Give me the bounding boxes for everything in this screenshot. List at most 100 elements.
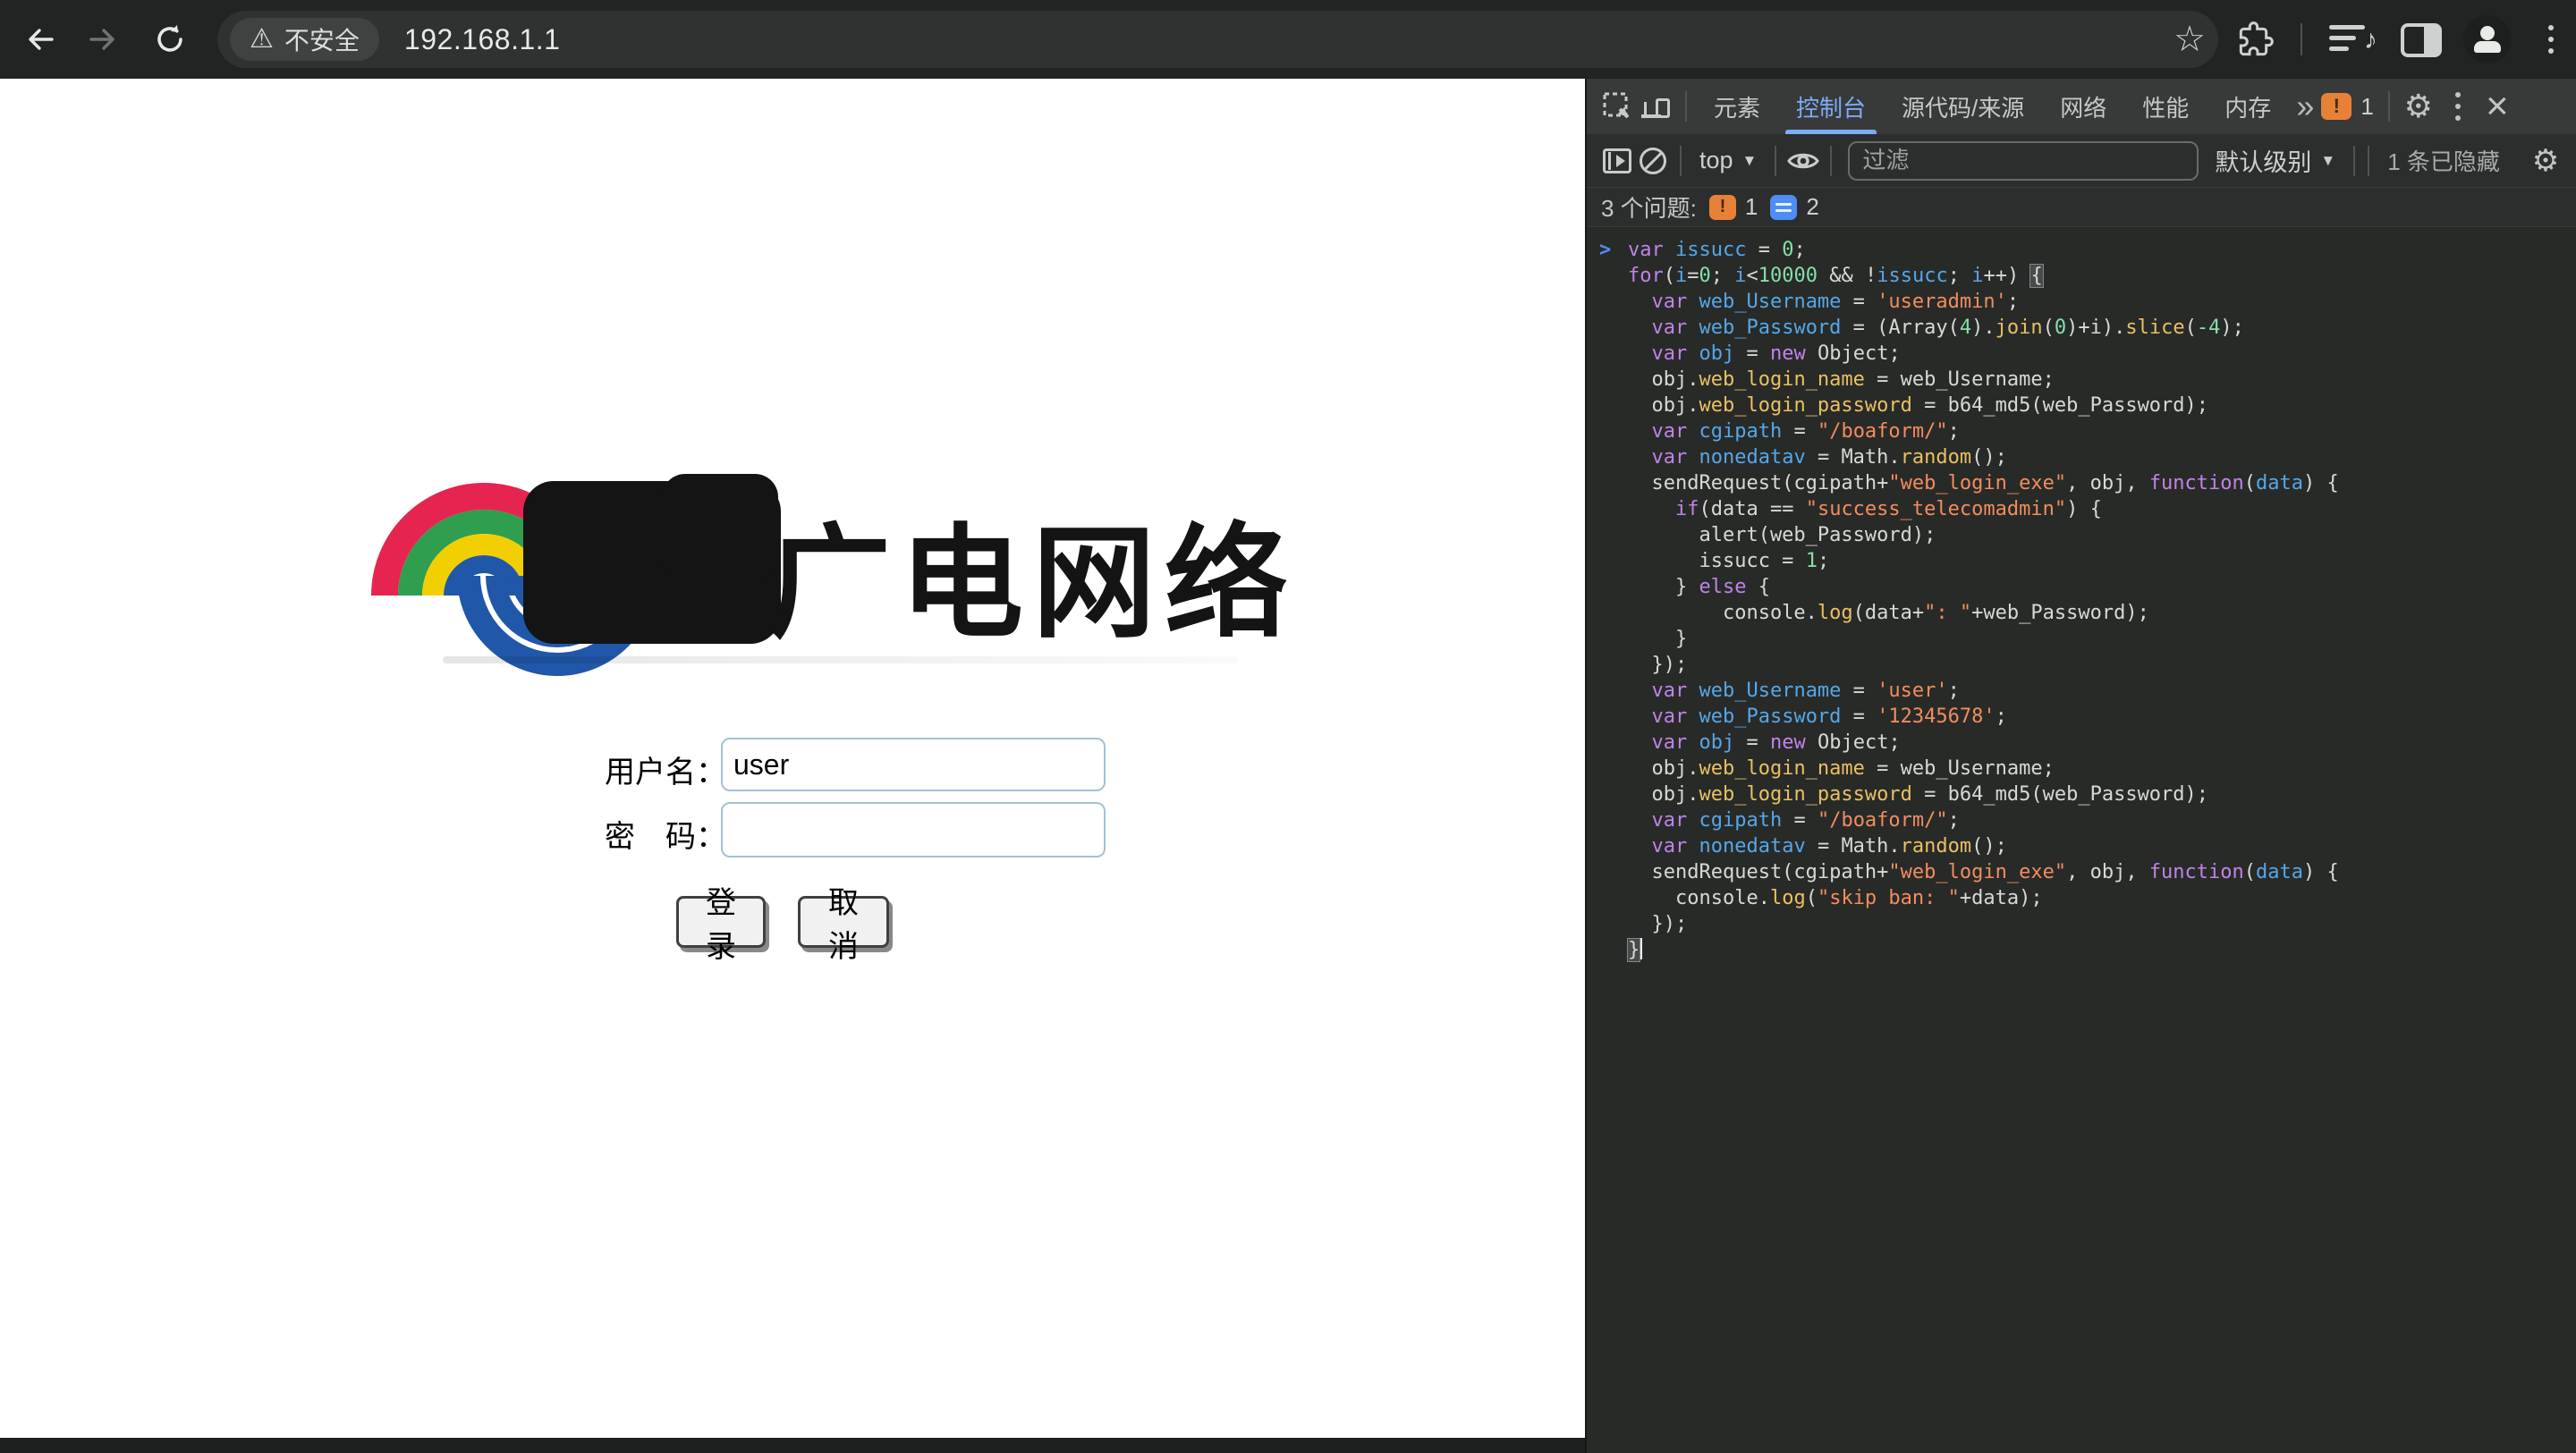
issue-info-count: 2 [1806, 193, 1818, 221]
console-toolbar: top ▼ 默认级别 ▼ 1 条已隐藏 ⚙ [1587, 134, 2576, 188]
back-icon [30, 30, 52, 48]
more-tabs-button[interactable]: » [2289, 90, 2321, 122]
console-code-line: obj.web_login_password = b64_md5(web_Pas… [1587, 781, 2576, 807]
extensions-puzzle-icon [2238, 21, 2274, 57]
toolbar-separator [2353, 146, 2355, 176]
chevron-down-icon: ▼ [2320, 152, 2335, 170]
media-controls-button[interactable]: ♪ [2329, 25, 2376, 55]
device-toolbar-button[interactable] [1637, 87, 1676, 126]
extensions-button[interactable] [2234, 18, 2277, 61]
console-code-line: } else { [1587, 574, 2576, 600]
browser-toolbar: ⚠ 不安全 192.168.1.1 ☆ ♪ [0, 0, 2576, 79]
clear-console-button[interactable] [1635, 143, 1671, 179]
live-expression-button[interactable] [1785, 143, 1821, 179]
inspect-element-button[interactable] [1597, 87, 1637, 126]
console-code-line: var obj = new Object; [1587, 341, 2576, 367]
console-code-line: alert(web_Password); [1587, 522, 2576, 548]
devtools-tab-console[interactable]: 控制台 [1778, 79, 1884, 134]
hidden-messages-count[interactable]: 1 条已隐藏 [2387, 144, 2500, 177]
cancel-button[interactable]: 取消 [798, 896, 889, 948]
login-button[interactable]: 登录 [676, 896, 766, 948]
back-button[interactable] [20, 18, 63, 61]
window-bottom-edge [0, 1438, 1585, 1453]
warning-icon: ⚠ [250, 26, 274, 53]
tabbar-separator [1685, 91, 1687, 122]
sidebar-icon [1603, 148, 1631, 173]
console-code-line: var web_Username = 'useradmin'; [1587, 289, 2576, 315]
username-input[interactable] [721, 738, 1106, 791]
devtools-tab-network[interactable]: 网络 [2042, 79, 2124, 134]
security-chip[interactable]: ⚠ 不安全 [230, 18, 379, 61]
toolbar-separator [1680, 146, 1682, 176]
inspect-cursor-icon [1601, 90, 1633, 122]
device-toolbar-icon [1641, 93, 1672, 120]
reload-button[interactable] [148, 18, 191, 61]
console-code-line: }); [1587, 652, 2576, 678]
redaction-block [662, 474, 778, 581]
log-level-selector[interactable]: 默认级别 ▼ [2206, 143, 2344, 178]
chevron-down-icon: ▼ [1742, 152, 1758, 170]
devtools-tab-elements[interactable]: 元素 [1696, 79, 1778, 134]
console-code-line: var obj = new Object; [1587, 730, 2576, 756]
toolbar-separator [1830, 146, 1832, 176]
issues-bar[interactable]: 3 个问题: ! 1 2 [1587, 188, 2576, 227]
console-code-line: sendRequest(cgipath+"web_login_exe", obj… [1587, 470, 2576, 496]
console-code-line: var nonedatav = Math.random(); [1587, 833, 2576, 859]
console-code-line: var cgipath = "/boaform/"; [1587, 418, 2576, 444]
password-input[interactable] [721, 802, 1106, 857]
issue-info-badge [1770, 195, 1797, 220]
brand-title: 广电网络 [767, 483, 1297, 662]
reload-icon [152, 21, 188, 57]
forward-button[interactable] [80, 18, 123, 61]
console-code-line: var web_Username = 'user'; [1587, 678, 2576, 704]
console-code-line: obj.web_login_name = web_Username; [1587, 756, 2576, 781]
console-code-line: var web_Password = (Array(4).join(0)+i).… [1587, 315, 2576, 341]
clear-icon [1640, 148, 1666, 174]
forward-icon [91, 30, 113, 48]
console-output[interactable]: >var issucc = 0;for(i=0; i<10000 && !iss… [1587, 228, 2576, 1453]
devtools-settings-button[interactable]: ⚙ [2399, 87, 2438, 126]
address-bar[interactable]: ⚠ 不安全 192.168.1.1 ☆ [217, 11, 2218, 68]
close-icon: × [2486, 87, 2509, 126]
console-code-line: console.log(data+": "+web_Password); [1587, 600, 2576, 626]
devtools-tab-bar: 元素控制台源代码/来源网络性能内存 » ! 1 ⚙ × [1587, 79, 2576, 134]
issues-warning-count: 1 [2360, 93, 2373, 121]
issue-warning-count: 1 [1745, 193, 1758, 221]
password-label: 密 码： [605, 812, 726, 856]
url-text[interactable]: 192.168.1.1 [404, 23, 561, 56]
bookmark-star-icon[interactable]: ☆ [2174, 21, 2206, 57]
issues-warning-badge[interactable]: ! [2321, 93, 2351, 120]
issues-label: 3 个问题: [1601, 190, 1697, 224]
toolbar-separator [1775, 146, 1776, 176]
console-code-line: >var issucc = 0; [1587, 237, 2576, 263]
music-note-icon: ♪ [2364, 27, 2377, 54]
devtools-tab-sources[interactable]: 源代码/来源 [1884, 79, 2042, 134]
devtools-menu-button[interactable] [2438, 87, 2478, 126]
tabbar-separator [2388, 91, 2390, 122]
three-dots-icon [2455, 92, 2461, 121]
devtools-tabs: 元素控制台源代码/来源网络性能内存 [1696, 79, 2289, 134]
console-settings-button[interactable]: ⚙ [2528, 143, 2563, 179]
logo-shadow-line [443, 656, 1239, 663]
console-code-line: var web_Password = '12345678'; [1587, 704, 2576, 730]
devtools-tab-memory[interactable]: 内存 [2207, 79, 2289, 134]
toolbar-separator [2368, 146, 2369, 176]
browser-menu-button[interactable] [2529, 18, 2572, 61]
side-panel-button[interactable] [2401, 23, 2442, 57]
eye-icon [1786, 149, 1820, 173]
devtools-close-button[interactable]: × [2478, 87, 2517, 126]
console-code-line: if(data == "success_telecomadmin") { [1587, 496, 2576, 522]
execution-context-selector[interactable]: top ▼ [1690, 147, 1766, 174]
gear-icon: ⚙ [2532, 146, 2559, 176]
console-code-line: var cgipath = "/boaform/"; [1587, 807, 2576, 833]
devtools-tab-performance[interactable]: 性能 [2124, 79, 2207, 134]
person-icon [2474, 26, 2501, 53]
console-filter-input[interactable] [1848, 141, 2199, 181]
console-code-line: } [1587, 937, 2576, 963]
profile-avatar[interactable] [2463, 15, 2512, 63]
console-code-line: obj.web_login_password = b64_md5(web_Pas… [1587, 393, 2576, 418]
issue-warning-badge: ! [1709, 195, 1736, 220]
console-sidebar-toggle[interactable] [1599, 143, 1635, 179]
devtools-panel: 元素控制台源代码/来源网络性能内存 » ! 1 ⚙ × top ▼ 默认级别 ▼ [1585, 79, 2576, 1453]
console-code-line: }); [1587, 911, 2576, 937]
